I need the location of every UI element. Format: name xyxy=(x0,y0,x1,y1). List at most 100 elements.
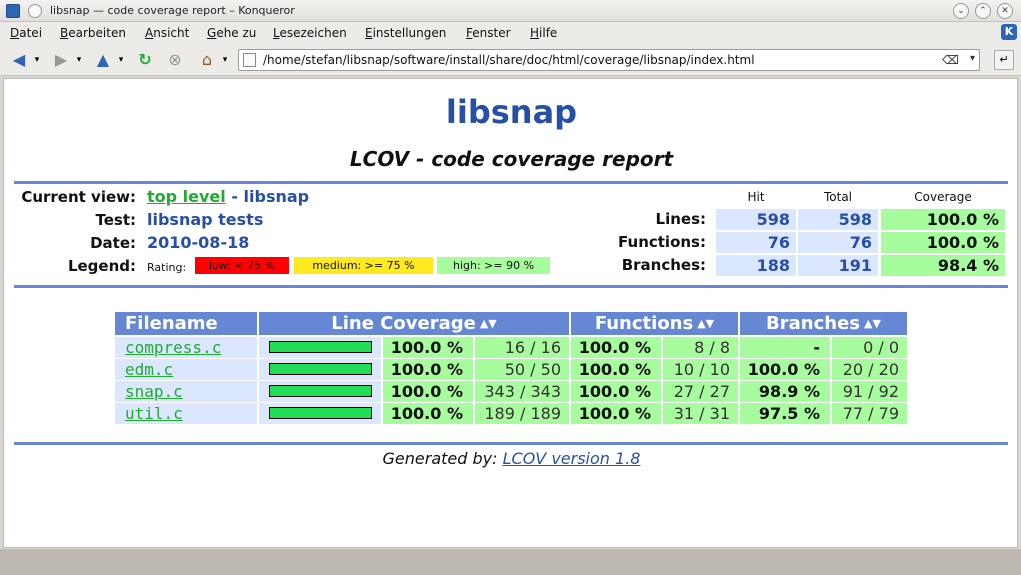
summary-lines-hit: 598 xyxy=(716,209,796,230)
line-pct: 100.0 % xyxy=(383,381,473,402)
file-link[interactable]: util.c xyxy=(125,404,183,423)
coverage-bar-fill xyxy=(270,408,371,418)
line-count: 189 / 189 xyxy=(475,403,569,424)
window-titlebar: libsnap — code coverage report – Konquer… xyxy=(0,0,1021,22)
functions-header[interactable]: Functions ▲▼ xyxy=(571,312,738,335)
file-link[interactable]: compress.c xyxy=(125,338,221,357)
minimize-button[interactable]: ⌄ xyxy=(953,3,969,19)
coverage-bar-fill xyxy=(270,364,371,374)
forward-arrow-icon[interactable]: ▶ xyxy=(50,50,72,70)
window-title: libsnap — code coverage report – Konquer… xyxy=(50,4,295,17)
konqueror-app-icon[interactable] xyxy=(6,4,20,18)
summary-functions-hit: 76 xyxy=(716,232,796,253)
line-pct: 100.0 % xyxy=(383,403,473,424)
footer: Generated by: LCOV version 1.8 xyxy=(4,449,1019,468)
clear-location-icon[interactable]: ⌫ xyxy=(942,53,959,67)
page-icon xyxy=(243,53,256,67)
close-button[interactable]: ✕ xyxy=(997,3,1013,19)
menu-einstellungen[interactable]: Einstellungen xyxy=(365,26,446,40)
legend-rating: Rating: xyxy=(147,261,187,274)
branch-count: 77 / 79 xyxy=(832,403,907,424)
coverage-bar-cell xyxy=(259,381,381,402)
divider xyxy=(14,442,1008,445)
summary-functions-coverage: 100.0 % xyxy=(881,232,1005,253)
sort-updown-icon[interactable]: ▲▼ xyxy=(864,317,881,330)
line-count: 343 / 343 xyxy=(475,381,569,402)
summary-coverage-header: Coverage xyxy=(914,190,972,204)
coverage-bar xyxy=(269,407,372,419)
date-label: Date: xyxy=(90,234,136,252)
coverage-bar-cell xyxy=(259,359,381,380)
menu-datei[interactable]: Datei xyxy=(10,26,42,40)
functions-header-label: Functions xyxy=(594,313,694,334)
up-arrow-icon[interactable]: ▲ xyxy=(92,50,114,70)
branch-pct: 98.9 % xyxy=(740,381,830,402)
table-row-file: snap.c xyxy=(115,381,257,402)
coverage-bar-cell xyxy=(259,337,381,358)
back-arrow-icon[interactable]: ◀ xyxy=(8,50,30,70)
sort-updown-icon[interactable]: ▲▼ xyxy=(480,317,497,330)
legend-label: Legend: xyxy=(67,257,136,275)
line-count: 50 / 50 xyxy=(475,359,569,380)
menu-hilfe[interactable]: Hilfe xyxy=(530,26,557,40)
summary-branches-total: 191 xyxy=(798,255,878,276)
kde-logo-icon: K xyxy=(1001,24,1017,40)
branch-count: 91 / 92 xyxy=(832,381,907,402)
home-dropdown[interactable]: ▾ xyxy=(220,50,230,70)
top-level-link[interactable]: top level xyxy=(147,187,226,206)
file-link[interactable]: snap.c xyxy=(125,382,183,401)
function-count: 10 / 10 xyxy=(663,359,738,380)
menu-lesezeichen[interactable]: Lesezeichen xyxy=(273,26,347,40)
web-page: libsnap LCOV - code coverage report Curr… xyxy=(3,78,1018,548)
go-button[interactable]: ↵ xyxy=(994,50,1014,70)
back-history-dropdown[interactable]: ▾ xyxy=(32,50,42,70)
line-coverage-header[interactable]: Line Coverage ▲▼ xyxy=(259,312,569,335)
legend-medium: medium: >= 75 % xyxy=(294,257,433,274)
function-count: 31 / 31 xyxy=(663,403,738,424)
coverage-bar xyxy=(269,385,372,397)
branches-header-label: Branches xyxy=(766,313,861,334)
lcov-version-link[interactable]: LCOV version 1.8 xyxy=(503,449,641,468)
function-count: 27 / 27 xyxy=(663,381,738,402)
table-row-file: util.c xyxy=(115,403,257,424)
home-icon[interactable]: ⌂ xyxy=(196,50,218,70)
function-pct: 100.0 % xyxy=(571,359,661,380)
summary-lines-total: 598 xyxy=(798,209,878,230)
divider xyxy=(14,181,1008,184)
maximize-button[interactable]: ⌃ xyxy=(975,3,991,19)
page-title: libsnap xyxy=(445,93,578,131)
menu-fenster[interactable]: Fenster xyxy=(466,26,511,40)
reload-icon[interactable]: ↻ xyxy=(134,50,156,70)
current-view-suffix: - libsnap xyxy=(225,187,310,206)
test-value: libsnap tests xyxy=(147,210,264,229)
page-subtitle: LCOV - code coverage report xyxy=(349,147,674,171)
line-coverage-header-label: Line Coverage xyxy=(331,313,476,334)
file-link[interactable]: edm.c xyxy=(125,360,173,379)
menu-bearbeiten[interactable]: Bearbeiten xyxy=(60,26,126,40)
menu-gehe-zu[interactable]: Gehe zu xyxy=(207,26,256,40)
date-value: 2010-08-18 xyxy=(147,233,250,252)
up-dropdown[interactable]: ▾ xyxy=(116,50,126,70)
legend-low: low: < 75 % xyxy=(195,257,289,274)
url-input[interactable]: /home/stefan/libsnap/software/install/sh… xyxy=(263,53,755,67)
line-pct: 100.0 % xyxy=(383,337,473,358)
menubar: Datei Bearbeiten Ansicht Gehe zu Lesezei… xyxy=(0,22,1021,44)
summary-lines-label: Lines: xyxy=(655,210,706,228)
summary-branches-coverage: 98.4 % xyxy=(881,255,1005,276)
branches-header[interactable]: Branches ▲▼ xyxy=(740,312,907,335)
line-count: 16 / 16 xyxy=(475,337,569,358)
test-label: Test: xyxy=(95,211,136,229)
statusbar xyxy=(0,549,1021,575)
location-bar[interactable]: /home/stefan/libsnap/software/install/sh… xyxy=(238,49,980,71)
stop-icon[interactable]: ⊗ xyxy=(164,50,186,70)
menu-ansicht[interactable]: Ansicht xyxy=(145,26,189,40)
coverage-bar xyxy=(269,363,372,375)
summary-lines-coverage: 100.0 % xyxy=(881,209,1005,230)
forward-history-dropdown[interactable]: ▾ xyxy=(74,50,84,70)
table-row-file: edm.c xyxy=(115,359,257,380)
sort-updown-icon[interactable]: ▲▼ xyxy=(697,317,714,330)
current-view-label: Current view: xyxy=(21,188,136,206)
summary-branches-label: Branches: xyxy=(621,256,706,274)
pin-icon[interactable] xyxy=(28,4,42,18)
location-dropdown-icon[interactable]: ▾ xyxy=(970,53,975,64)
